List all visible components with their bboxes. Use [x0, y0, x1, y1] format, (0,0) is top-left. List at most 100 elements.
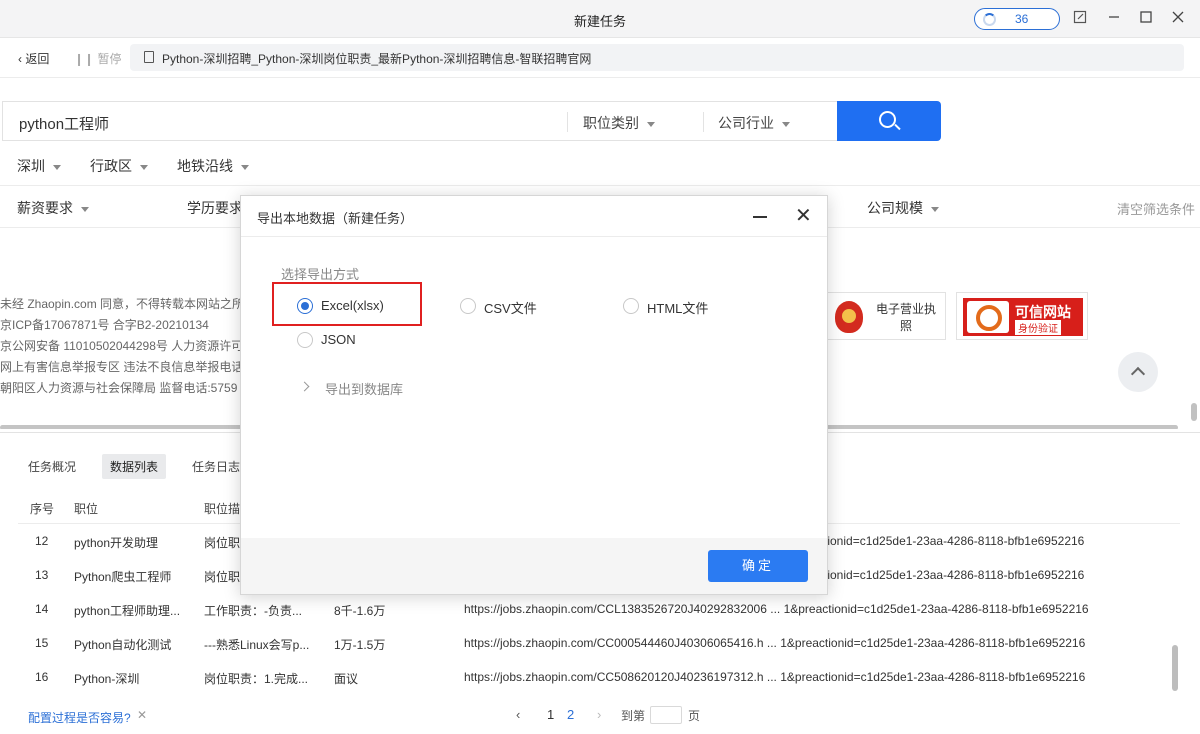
cell-title: python工程师助理... [74, 604, 181, 618]
prev-page-icon[interactable]: ‹ [516, 707, 520, 722]
trusted-site-badge[interactable]: 可信网站 身份验证 [956, 292, 1088, 340]
search-icon [879, 111, 896, 128]
company-size-filter[interactable]: 公司规模 [867, 198, 939, 218]
tab-overview[interactable]: 任务概况 [20, 454, 84, 479]
edit-icon[interactable] [1070, 9, 1090, 29]
search-button[interactable] [837, 101, 941, 141]
page-number-input[interactable] [650, 706, 682, 724]
business-license-badge[interactable]: 电子营业执照 [826, 292, 946, 340]
footer-line: 网上有害信息举报专区 违法不良信息举报电话 [0, 360, 244, 374]
url-bar[interactable]: Python-深圳招聘_Python-深圳岗位职责_最新Python-深圳招聘信… [130, 44, 1184, 71]
caret-down-icon [782, 121, 790, 127]
pause-label: 暂停 [97, 52, 122, 66]
footer-line: 朝阳区人力资源与社会保障局 监督电话:5759 [0, 381, 238, 395]
salary-label: 薪资要求 [17, 200, 73, 216]
cell-url: https://jobs.zhaopin.com/CC508620120J402… [464, 670, 1086, 684]
cell-desc: 工作职责：-负责... [204, 604, 302, 618]
tab-log[interactable]: 任务日志 [184, 454, 248, 479]
option-json-label[interactable]: JSON [321, 332, 356, 347]
page-icon [144, 51, 154, 63]
back-button[interactable]: ‹ 返回 [18, 50, 49, 67]
cell-salary: 面议 [334, 672, 359, 686]
district-filter[interactable]: 行政区 [90, 156, 148, 176]
search-bar: python工程师 职位类别 公司行业 [2, 101, 838, 141]
task-count: 36 [1015, 12, 1029, 26]
cell-url: https://jobs.zhaopin.com/CC000544460J403… [464, 636, 1086, 650]
export-dialog: 导出本地数据（新建任务） ✕ 选择导出方式 Excel(xlsx) CSV文件 … [240, 195, 828, 595]
trusted-logo-icon [967, 301, 1009, 333]
cell-title: Python自动化测试 [74, 638, 172, 652]
next-page-icon[interactable]: › [597, 707, 601, 722]
minimize-icon[interactable] [753, 216, 767, 218]
vertical-scrollbar[interactable] [1191, 403, 1197, 421]
back-to-top-button[interactable] [1118, 352, 1158, 392]
cell-title: Python爬虫工程师 [74, 570, 172, 584]
footer-line: 未经 Zhaopin.com 同意，不得转载本网站之所有 [0, 297, 257, 311]
subway-label: 地铁沿线 [177, 158, 233, 174]
pause-icon: ❙❙ [74, 52, 98, 66]
export-to-db-toggle[interactable]: 导出到数据库 [325, 379, 403, 398]
minimize-icon[interactable] [1104, 9, 1124, 29]
close-icon[interactable]: ✕ [137, 708, 147, 722]
caret-down-icon [81, 206, 89, 212]
option-csv-label[interactable]: CSV文件 [484, 298, 537, 317]
divider [241, 236, 827, 237]
radio-json[interactable] [297, 332, 313, 348]
cell-index: 15 [35, 636, 49, 650]
task-counter[interactable]: 36 [974, 8, 1060, 30]
divider [703, 112, 704, 132]
chevron-right-icon[interactable] [299, 381, 310, 392]
radio-csv[interactable] [460, 298, 476, 314]
feedback-link[interactable]: 配置过程是否容易? [28, 709, 131, 726]
caret-down-icon [931, 206, 939, 212]
subway-filter[interactable]: 地铁沿线 [177, 156, 249, 176]
cell-desc: 岗位职 [204, 570, 241, 584]
maximize-icon[interactable] [1136, 9, 1156, 29]
page-2[interactable]: 2 [567, 707, 574, 722]
cell-desc: 岗位职 [204, 536, 241, 550]
cell-index: 12 [35, 534, 49, 548]
city-filter[interactable]: 深圳 [17, 156, 61, 176]
option-html-label[interactable]: HTML文件 [647, 298, 708, 317]
close-icon[interactable]: ✕ [795, 204, 812, 228]
cell-index: 16 [35, 670, 49, 684]
goto-label: 到第 [621, 709, 646, 723]
caret-down-icon [647, 121, 655, 127]
confirm-button[interactable]: 确定 [708, 550, 808, 582]
search-input[interactable]: python工程师 [19, 113, 109, 134]
footer-line: 京公网安备 11010502044298号 人力资源许可证 [0, 339, 256, 353]
trusted-title: 可信网站 [1015, 304, 1071, 320]
pause-button[interactable]: ❙❙ 暂停 [74, 50, 121, 67]
cell-title: python开发助理 [74, 536, 159, 550]
cell-url: ctionid=c1d25de1-23aa-4286-8118-bfb1e695… [818, 534, 1085, 548]
option-excel-label[interactable]: Excel(xlsx) [321, 298, 384, 313]
title-bar: 新建任务 36 [0, 0, 1200, 38]
loading-spinner-icon [983, 13, 996, 26]
industry-dropdown[interactable]: 公司行业 [718, 113, 790, 133]
column-header-index: 序号 [30, 502, 55, 516]
job-category-dropdown[interactable]: 职位类别 [583, 113, 655, 133]
cell-title: Python-深圳 [74, 672, 140, 686]
tab-data-list[interactable]: 数据列表 [102, 454, 167, 479]
page-1[interactable]: 1 [547, 707, 554, 722]
caret-down-icon [140, 164, 148, 170]
column-header-title: 职位 [74, 502, 99, 516]
vertical-scrollbar[interactable] [1172, 645, 1178, 691]
education-filter[interactable]: 学历要求 [187, 198, 243, 218]
back-label: 返回 [25, 52, 50, 66]
district-label: 行政区 [90, 158, 132, 174]
divider [0, 185, 1200, 186]
cell-index: 13 [35, 568, 49, 582]
city-label: 深圳 [17, 158, 45, 174]
radio-excel[interactable] [297, 298, 313, 314]
dialog-title: 导出本地数据（新建任务） [257, 211, 414, 226]
clear-filter-link[interactable]: 清空筛选条件 [1117, 199, 1195, 218]
close-icon[interactable] [1168, 9, 1188, 29]
education-label: 学历要求 [187, 200, 243, 216]
industry-label: 公司行业 [718, 115, 774, 131]
cell-salary: 8千-1.6万 [334, 604, 386, 618]
caret-down-icon [241, 164, 249, 170]
salary-filter[interactable]: 薪资要求 [17, 198, 89, 218]
radio-html[interactable] [623, 298, 639, 314]
caret-down-icon [53, 164, 61, 170]
